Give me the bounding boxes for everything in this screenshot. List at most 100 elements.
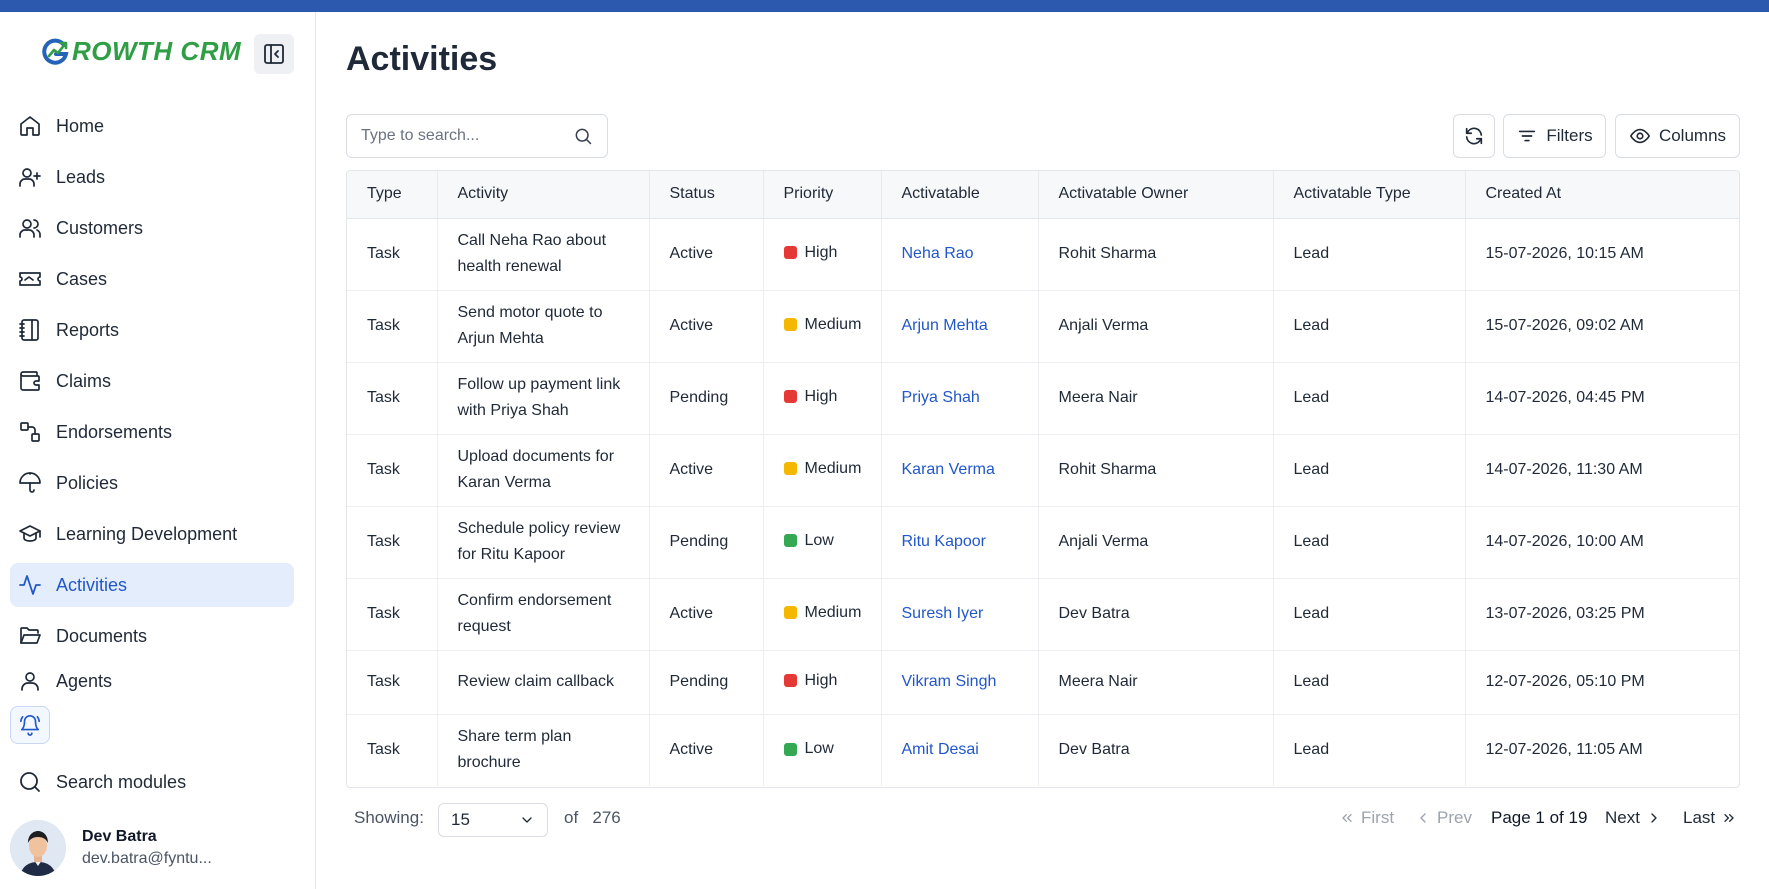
- activity-line: Follow up payment link: [457, 376, 621, 393]
- page-indicator: Page 1 of 19: [1491, 808, 1588, 827]
- cell-activity: Send motor quote to Arjun Mehta: [437, 290, 650, 363]
- cell-activatable-value[interactable]: Vikram Singh: [902, 673, 997, 690]
- sidebar-item-label: Reports: [56, 319, 120, 340]
- activity-line: brochure: [457, 754, 521, 772]
- cell-created-at-value: 12-07-2026, 11:05 AM: [1485, 741, 1643, 759]
- priority-badge: Low: [783, 736, 834, 762]
- cell-activatable-value[interactable]: Neha Rao: [902, 245, 974, 262]
- table-row[interactable]: Task Call Neha Rao about health renewal Act…: [347, 218, 1739, 291]
- table-row[interactable]: Task Upload documents for Karan Verma Activ…: [347, 434, 1739, 507]
- sidebar-item-cases[interactable]: Cases: [10, 257, 294, 301]
- sidebar-item-endorsements[interactable]: Endorsements: [10, 410, 294, 454]
- cell-created-at-value: 14-07-2026, 11:30 AM: [1485, 461, 1643, 478]
- column-header-activatable-owner[interactable]: Activatable Owner: [1038, 171, 1274, 219]
- table-search: [346, 114, 608, 158]
- cell-activatable-value[interactable]: Amit Desai: [902, 741, 979, 758]
- sidebar-item-label: Policies: [56, 472, 119, 493]
- cell-activatable-value[interactable]: Arjun Mehta: [902, 317, 988, 334]
- column-header-type[interactable]: Type: [347, 171, 438, 219]
- columns-button[interactable]: Columns: [1615, 114, 1740, 158]
- filters-button[interactable]: Filters: [1503, 114, 1606, 158]
- cell-type-value: Task: [367, 461, 400, 478]
- column-header-created-at[interactable]: Created At: [1465, 171, 1739, 219]
- activity-line: health renewal: [457, 258, 562, 275]
- sidebar-item-reports[interactable]: Reports: [10, 308, 294, 352]
- search-icon[interactable]: [573, 126, 593, 146]
- next-page-button[interactable]: Next: [1605, 808, 1662, 828]
- cell-activatable-owner: Dev Batra: [1038, 714, 1274, 786]
- cell-activatable-value[interactable]: Karan Verma: [902, 461, 995, 478]
- notifications-button[interactable]: [10, 706, 50, 744]
- table-row[interactable]: Task Confirm endorsement request Active Medi…: [347, 578, 1739, 651]
- cell-activatable-value[interactable]: Priya Shah: [902, 389, 980, 406]
- cell-priority: Medium: [763, 434, 882, 507]
- table-row[interactable]: Task Review claim callback Pending High Vikr…: [347, 650, 1739, 715]
- refresh-button[interactable]: [1453, 114, 1495, 158]
- cell-activatable-owner: Rohit Sharma: [1038, 218, 1274, 291]
- column-header-activatable[interactable]: Activatable: [881, 171, 1039, 219]
- cell-activatable-value[interactable]: Ritu Kapoor: [902, 533, 987, 550]
- first-page-button[interactable]: First: [1339, 808, 1394, 828]
- sidebar-item-leads[interactable]: Leads: [10, 155, 294, 199]
- sidebar-item-agents[interactable]: Agents: [10, 659, 294, 703]
- cell-activatable-owner-value: Anjali Verma: [1058, 533, 1149, 550]
- cell-activatable: Ritu Kapoor: [881, 506, 1039, 579]
- cell-activatable: Vikram Singh: [881, 650, 1039, 715]
- activity-line: Confirm endorsement: [457, 592, 612, 609]
- page-size-select[interactable]: 15: [438, 803, 548, 837]
- table-row[interactable]: Task Schedule policy review for Ritu Kapoo…: [347, 506, 1739, 579]
- column-header-activity[interactable]: Activity: [437, 171, 650, 219]
- cell-activity: Confirm endorsement request: [437, 578, 650, 651]
- priority-label: High: [804, 243, 838, 261]
- cell-priority: Low: [763, 714, 882, 786]
- sidebar-item-customers[interactable]: Customers: [10, 206, 294, 250]
- chevrons-left-icon: [1342, 814, 1352, 822]
- collapse-sidebar-button[interactable]: [254, 34, 294, 74]
- cell-status-value: Active: [669, 741, 714, 759]
- cell-created-at-value: 14-07-2026, 04:45 PM: [1485, 389, 1645, 406]
- sidebar-item-home[interactable]: Home: [10, 104, 294, 148]
- cell-created-at-value: 15-07-2026, 09:02 AM: [1485, 317, 1644, 334]
- last-page-button[interactable]: Last: [1683, 808, 1737, 828]
- sidebar-item-learning-development[interactable]: Learning Development: [10, 512, 294, 556]
- priority-badge: High: [783, 668, 837, 694]
- column-header-activatable-type[interactable]: Activatable Type: [1273, 171, 1466, 219]
- activity-line: Call Neha Rao about: [457, 232, 607, 249]
- cell-status: Pending: [649, 506, 764, 579]
- table-row[interactable]: Task Send motor quote to Arjun Mehta Active…: [347, 290, 1739, 363]
- cell-activity: Schedule policy review for Ritu Kapoor: [437, 506, 650, 579]
- priority-badge: High: [783, 240, 838, 266]
- column-header-priority[interactable]: Priority: [763, 171, 882, 219]
- cell-status: Active: [649, 578, 764, 651]
- cell-activatable-owner-value: Rohit Sharma: [1058, 461, 1157, 478]
- search-input[interactable]: [361, 127, 561, 145]
- search-modules-button[interactable]: Search modules: [18, 770, 186, 794]
- cell-activatable: Arjun Mehta: [881, 290, 1039, 363]
- cell-status: Active: [649, 290, 764, 363]
- activity-line: request: [457, 618, 511, 635]
- cell-activatable-type: Lead: [1273, 714, 1466, 786]
- user-name: Dev Batra: [82, 828, 157, 845]
- brand-logo[interactable]: ROWTH CRM: [40, 36, 241, 67]
- bell-ring-icon: [20, 715, 40, 736]
- cell-activatable-owner: Meera Nair: [1038, 650, 1274, 715]
- priority-label: Low: [804, 531, 834, 549]
- cell-activatable-owner: Meera Nair: [1038, 362, 1274, 435]
- table-row[interactable]: Task Follow up payment link with Priya Sha…: [347, 362, 1739, 435]
- column-header-status[interactable]: Status: [649, 171, 764, 219]
- cell-activatable-value[interactable]: Suresh Iyer: [902, 605, 984, 622]
- sidebar-item-policies[interactable]: Policies: [10, 461, 294, 505]
- cell-type: Task: [347, 290, 438, 363]
- page-size-value: 15: [451, 810, 470, 829]
- cell-status-value: Pending: [669, 389, 729, 406]
- sidebar-item-activities[interactable]: Activities: [10, 563, 294, 607]
- prev-page-button[interactable]: Prev: [1415, 808, 1472, 828]
- cell-activatable-owner-value: Dev Batra: [1058, 741, 1130, 759]
- user-profile[interactable]: Dev Batra dev.batra@fyntu...: [10, 820, 212, 876]
- columns-label: Columns: [1658, 126, 1727, 145]
- sidebar-item-claims[interactable]: Claims: [10, 359, 294, 403]
- sidebar-item-documents[interactable]: Documents: [10, 614, 294, 658]
- table-row[interactable]: Task Share term plan brochure Active Low Amit…: [347, 714, 1739, 786]
- growth-logo-icon: [42, 38, 69, 65]
- cell-activatable-type-value: Lead: [1293, 741, 1330, 759]
